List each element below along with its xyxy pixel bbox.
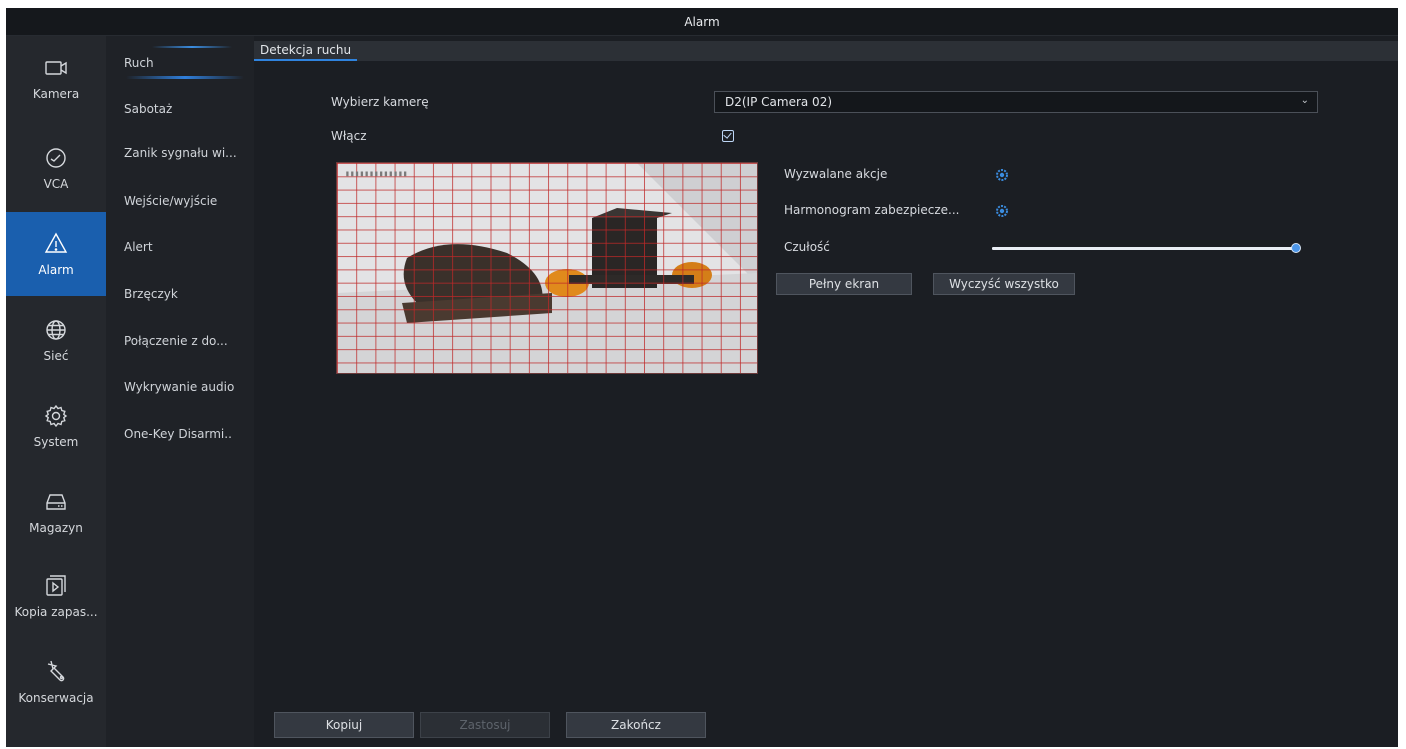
apply-button-label: Zastosuj — [459, 718, 511, 732]
camera-select-value: D2(IP Camera 02) — [725, 95, 833, 109]
clear-all-button-label: Wyczyść wszystko — [949, 277, 1059, 291]
nav-item-system[interactable]: System — [6, 384, 106, 468]
storage-icon — [46, 494, 66, 510]
nav-item-alarm[interactable]: Alarm — [6, 212, 106, 296]
copy-button-label: Kopiuj — [325, 718, 363, 732]
submenu-item-one-key-disarming[interactable]: One-Key Disarmi.. — [106, 414, 254, 454]
sensitivity-slider-fill — [992, 247, 1296, 250]
camera-osd-timestamp: ▮▮▮▮▮▮▮▮▮▮▮▮▮ — [345, 169, 408, 178]
submenu-item-zanik-sygnalu[interactable]: Zanik sygnału wi... — [106, 133, 254, 173]
submenu-item-label: Brzęczyk — [124, 287, 178, 301]
tab-detekcja-ruchu[interactable]: Detekcja ruchu — [254, 41, 358, 61]
nav-item-label: Kopia zapas... — [14, 605, 98, 619]
motion-detection-grid — [337, 163, 757, 373]
submenu-item-sabotaz[interactable]: Sabotaż — [106, 89, 254, 129]
fullscreen-button[interactable]: Pełny ekran — [776, 273, 912, 295]
sensitivity-slider[interactable] — [992, 243, 1301, 253]
alarm-submenu: Ruch Sabotaż Zanik sygnału wi... Wejście… — [106, 36, 254, 747]
sensitivity-slider-thumb[interactable] — [1291, 243, 1301, 253]
content-panel: Detekcja ruchu Wybierz kamerę D2(IP Came… — [254, 36, 1398, 747]
exit-button[interactable]: Zakończ — [566, 712, 706, 738]
submenu-item-label: Ruch — [124, 56, 154, 70]
nav-item-label: Sieć — [43, 349, 69, 363]
clear-all-button[interactable]: Wyczyść wszystko — [933, 273, 1075, 295]
alarm-icon — [44, 232, 68, 253]
copy-button[interactable]: Kopiuj — [274, 712, 414, 738]
submenu-item-alert[interactable]: Alert — [106, 227, 254, 267]
nav-item-siec[interactable]: Sieć — [6, 298, 106, 382]
nav-item-vca[interactable]: VCA — [6, 126, 106, 210]
submenu-item-polaczenie[interactable]: Połączenie z do... — [106, 321, 254, 361]
enable-checkbox[interactable] — [722, 130, 734, 142]
nav-item-magazyn[interactable]: Magazyn — [6, 470, 106, 554]
submenu-item-wejscie-wyjscie[interactable]: Wejście/wyjście — [106, 181, 254, 221]
submenu-item-label: Zanik sygnału wi... — [124, 146, 237, 160]
app-screen: Alarm Kamera VCA Alarm Sieć System Magaz… — [6, 8, 1398, 747]
submenu-item-label: Alert — [124, 240, 153, 254]
title-bar: Alarm — [6, 8, 1398, 36]
submenu-item-label: Wykrywanie audio — [124, 380, 235, 394]
sensitivity-label: Czułość — [784, 240, 830, 254]
exit-button-label: Zakończ — [611, 718, 661, 732]
nav-item-label: Konserwacja — [18, 691, 94, 705]
submenu-item-ruch[interactable]: Ruch — [106, 43, 254, 83]
nav-item-label: Alarm — [38, 263, 74, 277]
triggered-actions-label: Wyzwalane akcje — [784, 167, 888, 181]
submenu-item-brzeczyk[interactable]: Brzęczyk — [106, 274, 254, 314]
window-title: Alarm — [684, 15, 720, 29]
camera-select-label: Wybierz kamerę — [331, 95, 429, 109]
nav-item-label: VCA — [43, 177, 69, 191]
submenu-item-label: One-Key Disarmi.. — [124, 427, 232, 441]
main-nav-rail: Kamera VCA Alarm Sieć System Magazyn Kop… — [6, 36, 106, 747]
wrench-icon — [47, 660, 65, 682]
submenu-item-label: Połączenie z do... — [124, 334, 228, 348]
triggered-actions-gear-icon[interactable] — [995, 168, 1009, 182]
fullscreen-button-label: Pełny ekran — [808, 277, 880, 291]
gear-icon — [44, 404, 68, 428]
nav-item-konserwacja[interactable]: Konserwacja — [6, 640, 106, 724]
nav-item-kamera[interactable]: Kamera — [6, 36, 106, 120]
submenu-item-label: Wejście/wyjście — [124, 194, 218, 208]
tab-strip: Detekcja ruchu — [254, 41, 1398, 61]
camera-select[interactable]: D2(IP Camera 02) ⌄ — [714, 91, 1318, 113]
camera-preview-motion-grid[interactable]: ▮▮▮▮▮▮▮▮▮▮▮▮▮ — [336, 162, 758, 374]
nav-item-label: Magazyn — [29, 521, 83, 535]
nav-item-kopia-zapasowa[interactable]: Kopia zapas... — [6, 554, 106, 638]
apply-button[interactable]: Zastosuj — [420, 712, 550, 738]
nav-item-label: Kamera — [32, 87, 80, 101]
backup-icon — [46, 575, 66, 596]
tab-label: Detekcja ruchu — [260, 43, 352, 57]
schedule-label: Harmonogram zabezpiecze... — [784, 203, 960, 217]
schedule-gear-icon[interactable] — [995, 204, 1009, 218]
camera-icon — [45, 61, 67, 75]
enable-label: Włącz — [331, 129, 367, 143]
submenu-item-wykrywanie-audio[interactable]: Wykrywanie audio — [106, 367, 254, 407]
chevron-down-icon: ⌄ — [1300, 95, 1309, 106]
globe-icon — [46, 320, 66, 340]
submenu-item-label: Sabotaż — [124, 102, 173, 116]
nav-item-label: System — [33, 435, 79, 449]
vca-icon — [46, 148, 66, 168]
